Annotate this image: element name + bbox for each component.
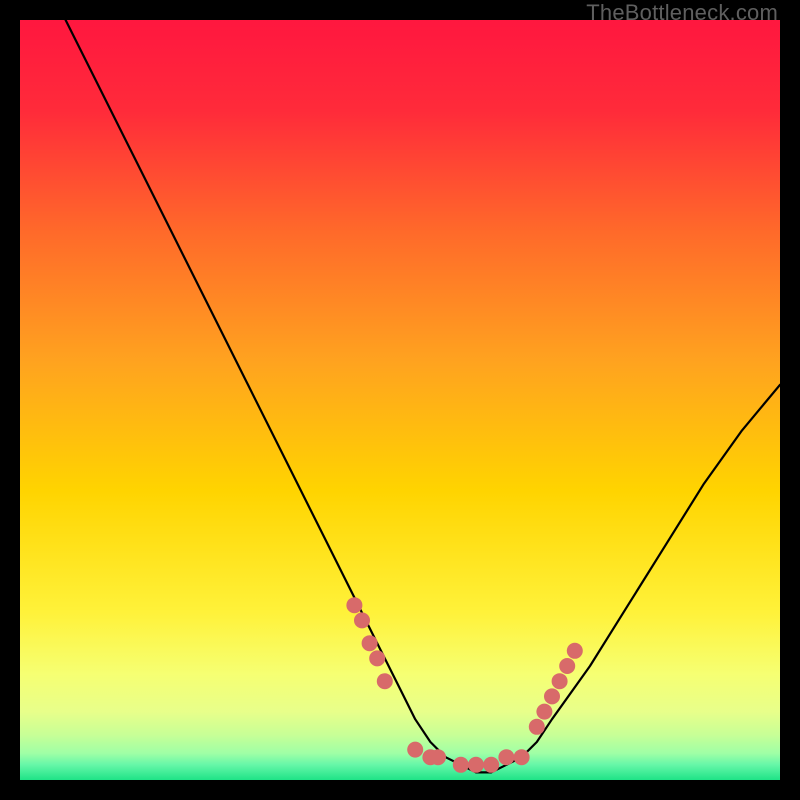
marker-dot bbox=[430, 749, 446, 765]
marker-dot bbox=[483, 757, 499, 773]
marker-dot bbox=[544, 688, 560, 704]
watermark-text: TheBottleneck.com bbox=[586, 0, 778, 26]
marker-dot bbox=[552, 673, 568, 689]
marker-dot bbox=[567, 643, 583, 659]
marker-dot bbox=[498, 749, 514, 765]
marker-dot bbox=[468, 757, 484, 773]
marker-dot bbox=[559, 658, 575, 674]
gradient-background bbox=[20, 20, 780, 780]
marker-dot bbox=[514, 749, 530, 765]
marker-dot bbox=[369, 650, 385, 666]
marker-dot bbox=[536, 704, 552, 720]
marker-dot bbox=[377, 673, 393, 689]
marker-dot bbox=[407, 742, 423, 758]
marker-dot bbox=[354, 612, 370, 628]
marker-dot bbox=[529, 719, 545, 735]
chart-frame bbox=[20, 20, 780, 780]
marker-dot bbox=[362, 635, 378, 651]
marker-dot bbox=[346, 597, 362, 613]
bottleneck-chart bbox=[20, 20, 780, 780]
marker-dot bbox=[453, 757, 469, 773]
